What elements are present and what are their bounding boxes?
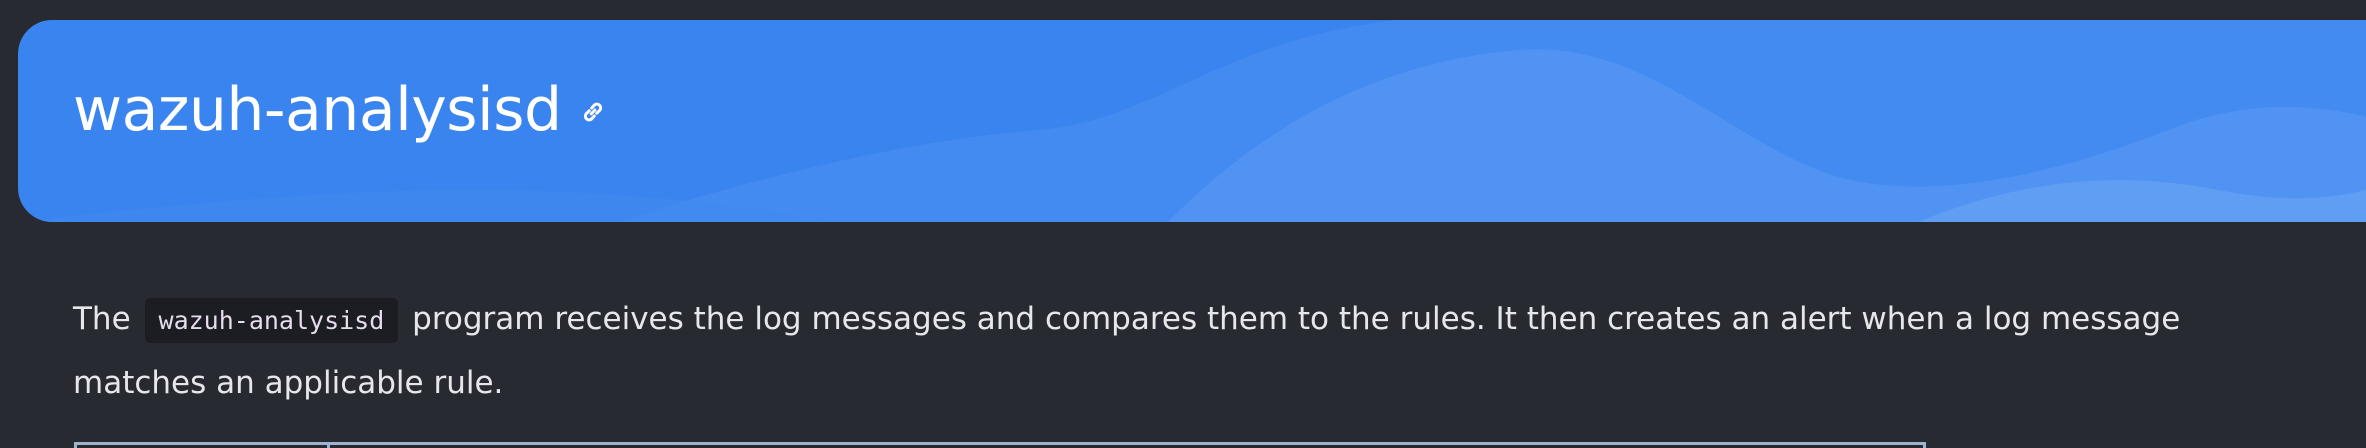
description-paragraph: The wazuh-analysisd program receives the… xyxy=(73,288,2253,414)
banner-title-row: wazuh-analysisd xyxy=(73,80,608,140)
documentation-page: wazuh-analysisd The wazuh-analysisd prog… xyxy=(0,0,2366,448)
page-title: wazuh-analysisd xyxy=(73,75,562,145)
link-icon[interactable] xyxy=(578,97,608,127)
paragraph-text-start: The xyxy=(73,301,141,337)
inline-code-program: wazuh-analysisd xyxy=(144,298,399,343)
section-banner: wazuh-analysisd xyxy=(18,20,2366,222)
table-top-border xyxy=(74,442,1926,448)
